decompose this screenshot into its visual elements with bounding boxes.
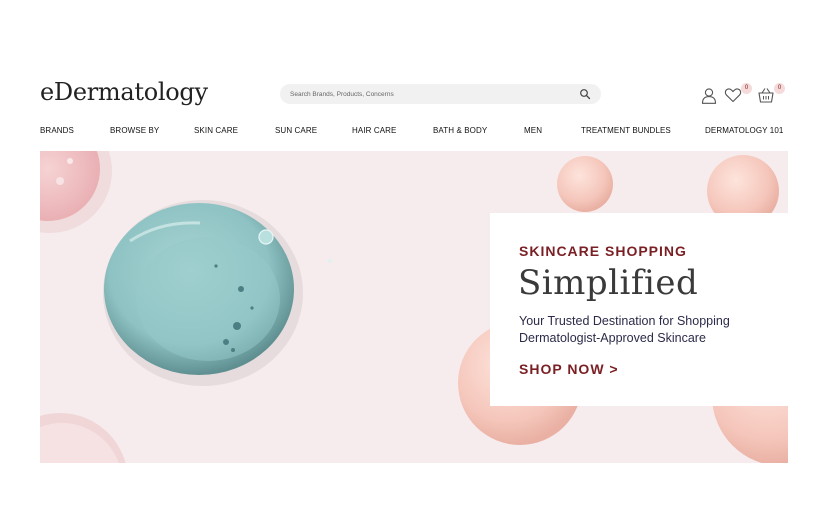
- user-icon[interactable]: [701, 87, 717, 104]
- hero-banner[interactable]: SKINCARE SHOPPING Simplified Your Truste…: [40, 151, 788, 463]
- nav-item-sun-care[interactable]: SUN CARE: [275, 126, 317, 135]
- nav-item-browse-by[interactable]: BROWSE BY: [110, 126, 159, 135]
- promo-title: Simplified: [518, 263, 699, 303]
- nav-item-skin-care[interactable]: SKIN CARE: [194, 126, 238, 135]
- serum-drop-image: [103, 200, 332, 386]
- peach-drop-small-image: [557, 156, 613, 212]
- basket-icon[interactable]: [757, 86, 775, 104]
- shop-now-link[interactable]: SHOP NOW >: [519, 361, 619, 377]
- nav-item-brands[interactable]: BRANDS: [40, 126, 74, 135]
- search-input[interactable]: [290, 86, 570, 102]
- main-nav: BRANDS BROWSE BY SKIN CARE SUN CARE HAIR…: [0, 126, 825, 142]
- promo-text-line-1: Your Trusted Destination for Shopping: [519, 314, 730, 328]
- nav-item-men[interactable]: MEN: [524, 126, 542, 135]
- promo-text: Your Trusted Destination for Shopping De…: [519, 313, 769, 347]
- search-icon[interactable]: [579, 88, 591, 100]
- promo-card: SKINCARE SHOPPING Simplified Your Truste…: [490, 213, 788, 406]
- cart-count-badge: 0: [774, 83, 785, 94]
- nav-item-bath-and-body[interactable]: BATH & BODY: [433, 126, 487, 135]
- site-header: eDermatology 0 0 BRANDS BROWSE BY SKIN C…: [0, 0, 825, 150]
- nav-item-treatment-bundles[interactable]: TREATMENT BUNDLES: [581, 126, 671, 135]
- promo-text-line-2: Dermatologist-Approved Skincare: [519, 331, 706, 345]
- nav-item-hair-care[interactable]: HAIR CARE: [352, 126, 396, 135]
- wishlist-count-badge: 0: [741, 83, 752, 94]
- site-logo[interactable]: eDermatology: [40, 78, 208, 106]
- nav-item-dermatology-101[interactable]: DERMATOLOGY 101: [705, 126, 783, 135]
- promo-kicker: SKINCARE SHOPPING: [519, 243, 687, 259]
- search-bar[interactable]: [280, 84, 601, 104]
- heart-icon[interactable]: [724, 86, 742, 104]
